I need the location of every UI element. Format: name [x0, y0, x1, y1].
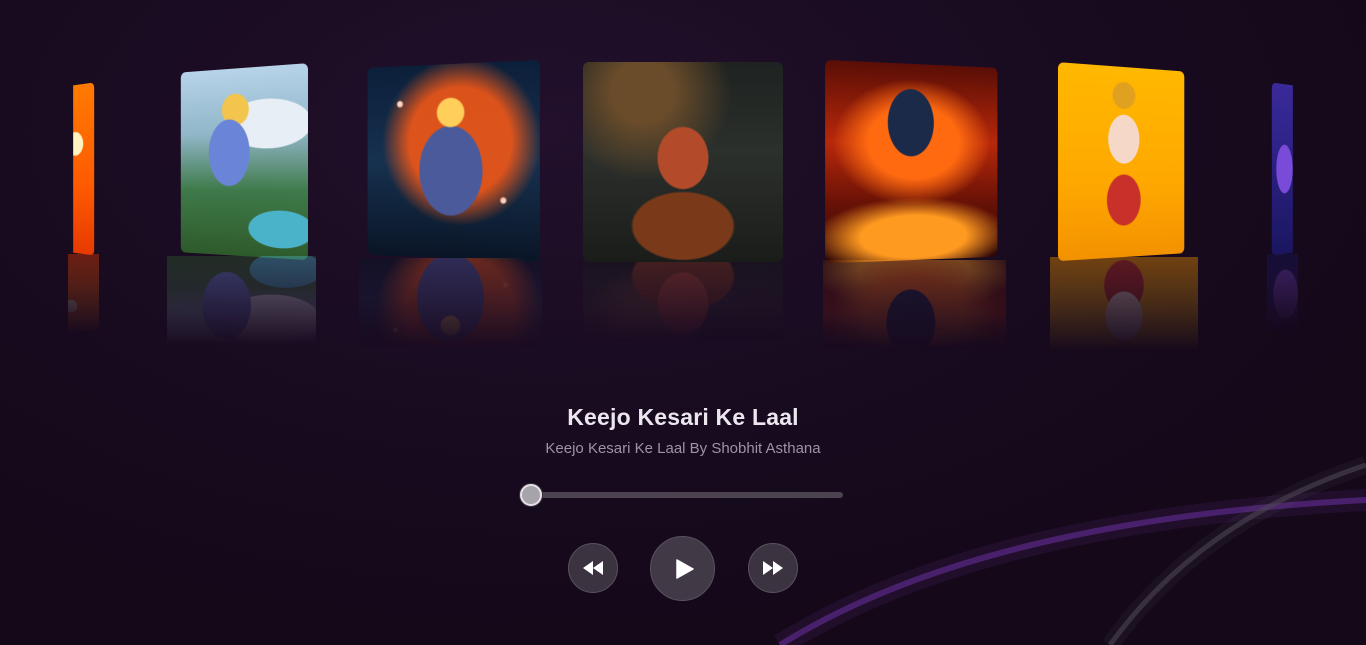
album-card-1[interactable] — [73, 82, 95, 256]
hanuman-meditating-art — [583, 62, 783, 262]
album-card-1-reflection — [68, 254, 99, 334]
ram-bow-art — [367, 59, 540, 262]
album-card-2[interactable] — [180, 63, 308, 261]
track-title: Keejo Kesari Ke Laal — [567, 404, 799, 430]
play-button[interactable] — [650, 536, 715, 601]
blue-deity-art — [1271, 82, 1293, 256]
music-player-stage: Keejo Kesari Ke Laal Keejo Kesari Ke Laa… — [0, 0, 1366, 645]
ganesh-art — [1057, 62, 1185, 262]
album-card-5[interactable] — [825, 59, 998, 264]
album-card-4-reflection — [583, 262, 783, 342]
previous-button[interactable] — [568, 543, 618, 593]
progress-thumb[interactable] — [520, 484, 542, 506]
album-card-6[interactable] — [1057, 62, 1185, 262]
album-card-2-reflection — [167, 256, 316, 346]
album-carousel[interactable] — [0, 0, 1366, 360]
album-card-4-active[interactable] — [583, 62, 783, 262]
album-card-7[interactable] — [1271, 82, 1293, 256]
fast-forward-icon — [763, 561, 783, 575]
album-card-5-reflection — [823, 260, 1006, 350]
album-card-3[interactable] — [367, 59, 540, 262]
rewind-icon — [583, 561, 603, 575]
sunset-silhouette-art — [73, 82, 95, 256]
grey-arc-glow — [1102, 456, 1366, 645]
krishna-flute-art — [180, 63, 308, 261]
track-subtitle: Keejo Kesari Ke Laal By Shobhit Asthana — [545, 440, 821, 457]
album-card-6-reflection — [1050, 257, 1198, 352]
album-card-3-reflection — [359, 258, 542, 348]
shiva-fire-art — [825, 59, 998, 264]
progress-slider[interactable] — [520, 484, 843, 506]
purple-arc-glow — [774, 489, 1366, 645]
next-button[interactable] — [748, 543, 798, 593]
album-card-7-reflection — [1267, 254, 1298, 334]
play-icon — [675, 558, 694, 579]
purple-arc — [778, 497, 1366, 645]
grey-arc — [1107, 462, 1366, 645]
